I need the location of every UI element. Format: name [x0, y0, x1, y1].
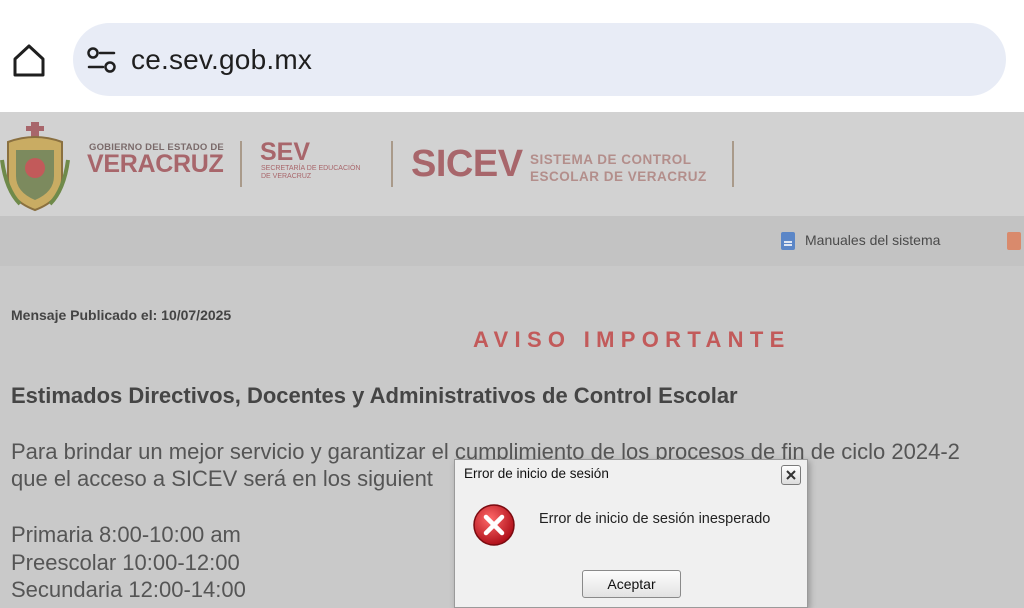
page-settings-icon: [87, 46, 116, 73]
document-icon[interactable]: [781, 232, 795, 250]
error-icon: [473, 504, 515, 546]
header-divider: [732, 141, 734, 187]
accept-button[interactable]: Aceptar: [582, 570, 681, 598]
schedule-item: Preescolar 10:00-12:00: [11, 550, 240, 575]
home-button[interactable]: [8, 38, 50, 82]
home-icon: [13, 44, 45, 77]
pdf-icon[interactable]: [1007, 232, 1021, 250]
close-icon: [786, 470, 796, 480]
dialog-close-button[interactable]: [781, 465, 801, 485]
schedule-item: Secundaria 12:00-14:00: [11, 577, 246, 602]
url-text[interactable]: ce.sev.gob.mx: [131, 44, 312, 76]
login-error-dialog: Error de inicio de sesión Error de inici…: [454, 459, 808, 608]
notice-heading: AVISO IMPORTANTE: [473, 327, 791, 352]
page-settings-button[interactable]: [85, 43, 119, 77]
sicev-subtitle: SISTEMA DE CONTROL ESCOLAR DE VERACRUZ: [530, 152, 707, 184]
dialog-message: Error de inicio de sesión inesperado: [539, 511, 771, 527]
sicev-logo-text: SICEV: [411, 143, 523, 185]
browser-toolbar: ce.sev.gob.mx: [0, 0, 1024, 112]
sev-subtitle: SECRETARÍA DE EDUCACIÓN DE VERACRUZ: [261, 165, 361, 180]
manuales-link[interactable]: Manuales del sistema: [805, 232, 940, 248]
veracruz-crest-logo: [0, 122, 70, 212]
header-divider: [391, 141, 393, 187]
address-bar[interactable]: ce.sev.gob.mx: [73, 23, 1006, 96]
veracruz-logo-text: VERACRUZ: [87, 150, 224, 178]
published-date: Mensaje Publicado el: 10/07/2025: [11, 307, 232, 323]
header-divider: [240, 141, 242, 187]
dialog-title: Error de inicio de sesión: [464, 466, 609, 481]
schedule-item: Primaria 8:00-10:00 am: [11, 522, 241, 547]
sev-logo-text: SEV: [260, 138, 311, 166]
notice-greeting: Estimados Directivos, Docentes y Adminis…: [11, 383, 738, 408]
